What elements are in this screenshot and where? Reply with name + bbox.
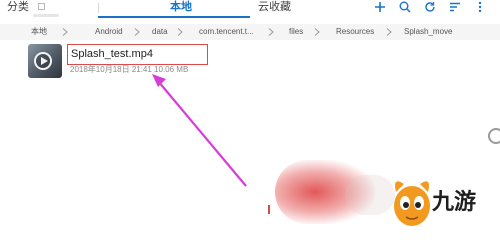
breadcrumb-item-tencent[interactable]: com.tencent.t...	[199, 24, 254, 40]
breadcrumb-item-files[interactable]: files	[289, 24, 303, 40]
file-list-item[interactable]: Splash_test.mp4 2018年10月18日 21:41 10.06 …	[28, 43, 328, 81]
active-tab-indicator	[98, 16, 250, 18]
chevron-right-icon	[268, 28, 274, 36]
chevron-right-icon	[314, 28, 320, 36]
watermark-text: 九游	[432, 190, 477, 215]
refresh-button[interactable]	[417, 0, 442, 14]
chevron-right-icon	[134, 28, 140, 36]
play-icon	[34, 52, 52, 70]
more-icon	[478, 1, 481, 13]
sort-button[interactable]	[442, 0, 467, 14]
scroll-handle[interactable]	[488, 128, 500, 144]
watermark-mark	[268, 205, 270, 214]
more-button[interactable]	[467, 0, 492, 14]
tab-categories[interactable]: 分类	[7, 0, 29, 18]
search-icon	[399, 1, 411, 13]
chevron-right-icon	[62, 28, 68, 36]
tab-divider	[98, 3, 99, 13]
video-thumbnail	[28, 44, 62, 78]
breadcrumb-item-splash-move[interactable]: Splash_move	[404, 24, 452, 40]
tab-cloud[interactable]: 云收藏	[258, 0, 291, 18]
toolbar-actions	[367, 0, 492, 14]
chevron-right-icon	[177, 28, 183, 36]
file-meta: 2018年10月18日 21:41 10.06 MB	[70, 65, 189, 74]
sort-icon	[449, 2, 460, 12]
breadcrumb: 本地 Android data com.tencent.t... files R…	[0, 24, 500, 40]
add-button[interactable]	[367, 0, 392, 14]
mini-progress-bar	[33, 14, 59, 17]
breadcrumb-item-resources[interactable]: Resources	[336, 24, 374, 40]
search-button[interactable]	[392, 0, 417, 14]
plus-icon	[374, 2, 385, 12]
breadcrumb-item-android[interactable]: Android	[95, 24, 123, 40]
top-bar: 分类 本地 云收藏	[0, 0, 500, 18]
refresh-icon	[424, 2, 435, 12]
overflow-indicator	[38, 3, 45, 10]
file-name: Splash_test.mp4	[71, 48, 153, 60]
breadcrumb-item-data[interactable]: data	[152, 24, 168, 40]
breadcrumb-item-local[interactable]: 本地	[31, 24, 47, 40]
chevron-right-icon	[386, 28, 392, 36]
